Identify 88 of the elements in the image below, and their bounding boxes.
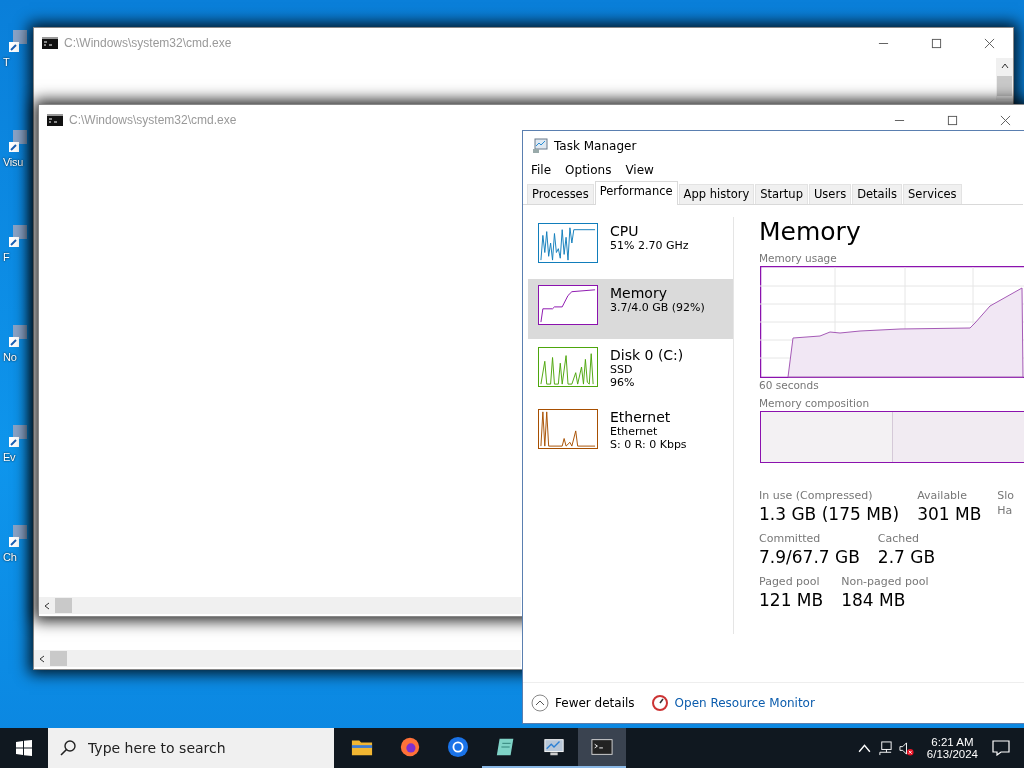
search-input[interactable]: Type here to search (86, 739, 310, 757)
stat-label: Paged pool (759, 575, 821, 588)
scroll-left-icon[interactable] (37, 653, 47, 664)
console-icon (42, 37, 58, 49)
scroll-thumb[interactable] (50, 651, 67, 666)
window-title: Task Manager (554, 139, 637, 153)
horizontal-scrollbar[interactable] (34, 650, 521, 667)
stat-label: Available (917, 489, 968, 502)
shortcut-icon[interactable] (9, 325, 29, 349)
browser-icon (447, 736, 469, 758)
tab[interactable]: Services (903, 184, 962, 204)
search-icon (60, 740, 76, 756)
taskbar-app[interactable] (578, 728, 626, 768)
clock-time[interactable]: 6:21 AM (931, 736, 974, 748)
monitor-icon (543, 736, 565, 758)
scroll-thumb[interactable] (997, 76, 1012, 96)
shortcut-icon[interactable] (9, 525, 29, 549)
menu-item[interactable]: File (531, 163, 552, 177)
stat-label: Non-paged pool (841, 575, 929, 588)
vertical-scrollbar[interactable] (996, 58, 1013, 100)
resource-detail: Ethernet (610, 425, 659, 438)
search-field[interactable]: Type here to search (48, 728, 334, 768)
window-title: C:\Windows\system32\cmd.exe (69, 113, 237, 127)
stat-value: 184 MB (841, 590, 907, 610)
stat-value: 2.7 GB (877, 547, 936, 567)
tab[interactable]: Processes (527, 184, 594, 204)
window-title: C:\Windows\system32\cmd.exe (64, 36, 232, 50)
resource-name: Memory (610, 285, 668, 301)
horizontal-scrollbar[interactable] (39, 597, 521, 614)
stat-value: 1.3 GB (175 MB) (759, 504, 900, 524)
menu-item[interactable]: Options (565, 163, 612, 177)
shortcut-icon[interactable] (9, 130, 29, 154)
scroll-left-icon[interactable] (42, 600, 52, 611)
axis-label: 60 seconds (759, 379, 819, 391)
stat-label: In use (Compressed) (759, 489, 874, 502)
tab[interactable]: App history (678, 184, 755, 204)
stat-label: Ha (997, 504, 1014, 517)
stat-label: Slo (997, 489, 1015, 502)
task-manager-icon (532, 138, 548, 154)
tab[interactable]: Users (808, 184, 852, 204)
shortcut-icon[interactable] (9, 30, 29, 54)
desktop-icon-label[interactable]: T (3, 56, 10, 68)
stat-value: 301 MB (917, 504, 982, 524)
shortcut-icon[interactable] (9, 425, 29, 449)
network-icon[interactable] (877, 740, 893, 756)
shortcut-icon[interactable] (9, 225, 29, 249)
resource-item[interactable]: Disk 0 (C:) SSD 96% (528, 341, 733, 401)
panel-heading: Memory (759, 217, 861, 246)
desktop-icon-label[interactable]: Visu (3, 156, 23, 168)
menu-item[interactable]: View (625, 163, 654, 177)
maximize-icon[interactable] (947, 114, 958, 126)
scroll-thumb[interactable] (55, 598, 72, 613)
resource-item[interactable]: Ethernet Ethernet S: 0 R: 0 Kbps (528, 403, 733, 463)
chart-label: Memory usage (759, 252, 837, 264)
maximize-icon[interactable] (931, 37, 942, 49)
close-icon[interactable] (984, 37, 995, 49)
stat-label: Committed (759, 532, 822, 545)
chart-label: Memory composition (759, 397, 870, 409)
tab[interactable]: Details (852, 184, 903, 204)
resource-name: Ethernet (610, 409, 672, 425)
resource-detail: SSD (610, 363, 634, 376)
browser-icon (399, 736, 421, 758)
resource-detail: 3.7/4.0 GB (92%) (610, 301, 705, 314)
desktop-icon-label[interactable]: F (3, 251, 10, 263)
resource-name: CPU (610, 223, 640, 239)
tab[interactable]: Startup (755, 184, 808, 204)
collapse-icon[interactable] (531, 694, 549, 712)
stat-value: 121 MB (759, 590, 824, 610)
start-icon[interactable] (16, 740, 32, 756)
resource-monitor-link[interactable]: Open Resource Monitor (674, 696, 815, 710)
tab[interactable]: Performance (594, 181, 678, 205)
resource-item[interactable]: CPU 51% 2.70 GHz (528, 217, 733, 277)
notifications-icon[interactable] (992, 740, 1010, 756)
resource-name: Disk 0 (C:) (610, 347, 684, 363)
resource-detail: S: 0 R: 0 Kbps (610, 438, 687, 451)
muted-speaker-icon[interactable] (898, 740, 914, 756)
stat-label: Cached (877, 532, 921, 545)
fewer-details-button[interactable]: Fewer details (555, 696, 635, 710)
resource-monitor-icon[interactable] (650, 694, 669, 712)
close-icon[interactable] (1000, 114, 1011, 126)
resource-detail: 96% (610, 376, 636, 389)
console-icon (47, 114, 63, 126)
scroll-up-icon[interactable] (999, 61, 1010, 71)
clock-date[interactable]: 6/13/2024 (926, 748, 978, 760)
console-icon (591, 736, 613, 758)
stat-value: 7.9/67.7 GB (759, 547, 860, 567)
resource-detail: 51% 2.70 GHz (610, 239, 689, 252)
resource-item[interactable]: Memory 3.7/4.0 GB (92%) (528, 279, 733, 339)
